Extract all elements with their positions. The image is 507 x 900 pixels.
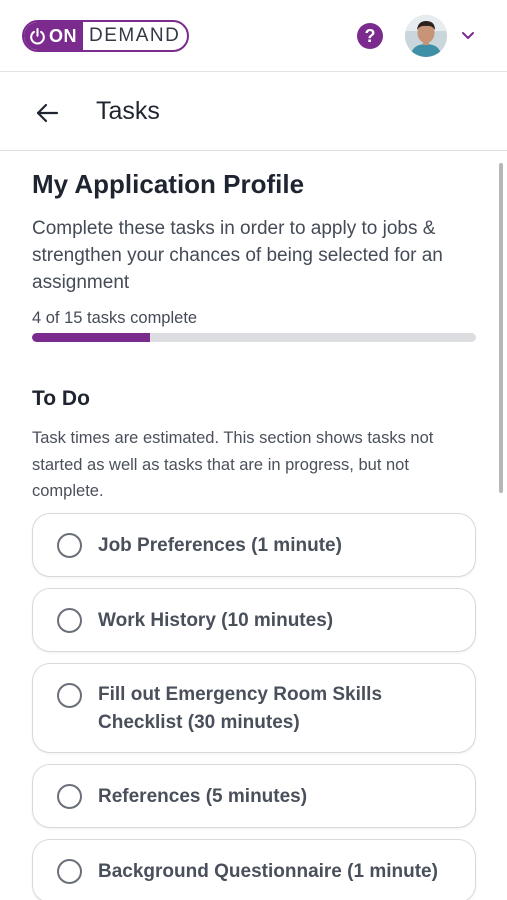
back-arrow-icon[interactable] xyxy=(34,100,60,126)
radio-unchecked-icon[interactable] xyxy=(57,608,82,633)
todo-note: Task times are estimated. This section s… xyxy=(32,429,434,500)
task-item[interactable]: References (5 minutes) xyxy=(32,764,476,828)
progress-bar xyxy=(32,333,476,342)
profile-intro: Complete these tasks in order to apply t… xyxy=(32,218,443,293)
scrollbar[interactable] xyxy=(499,163,503,493)
page-header: Tasks xyxy=(0,73,507,151)
radio-unchecked-icon[interactable] xyxy=(57,683,82,708)
task-label: Job Preferences (1 minute) xyxy=(98,535,342,556)
logo-demand-text: DEMAND xyxy=(89,25,181,46)
page-title: Tasks xyxy=(96,97,160,125)
profile-title: My Application Profile xyxy=(32,169,305,199)
radio-unchecked-icon[interactable] xyxy=(57,533,82,558)
task-label: Fill out Emergency Room Skills Checklist… xyxy=(98,684,383,733)
task-item[interactable]: Job Preferences (1 minute) xyxy=(32,513,476,577)
task-label: References (5 minutes) xyxy=(98,786,308,807)
power-icon xyxy=(30,27,45,44)
logo-on-text: ON xyxy=(49,25,77,46)
top-app-bar: ON DEMAND ? xyxy=(0,0,507,72)
todo-title: To Do xyxy=(32,387,90,410)
help-button[interactable]: ? xyxy=(357,23,383,49)
avatar-photo xyxy=(405,15,447,57)
radio-unchecked-icon[interactable] xyxy=(57,859,82,884)
help-icon: ? xyxy=(364,25,376,46)
progress-text: 4 of 15 tasks complete xyxy=(32,309,198,327)
task-item[interactable]: Fill out Emergency Room Skills Checklist… xyxy=(32,663,476,753)
user-avatar[interactable] xyxy=(405,15,447,57)
task-item[interactable]: Background Questionnaire (1 minute) xyxy=(32,839,476,900)
logo-on-block: ON xyxy=(24,22,83,50)
task-item[interactable]: Work History (10 minutes) xyxy=(32,588,476,652)
progress-bar-fill xyxy=(32,333,151,342)
chevron-down-icon[interactable] xyxy=(460,28,476,44)
radio-unchecked-icon[interactable] xyxy=(57,784,82,809)
task-label: Background Questionnaire (1 minute) xyxy=(98,861,438,882)
ondemand-logo[interactable]: ON DEMAND xyxy=(22,20,190,52)
task-label: Work History (10 minutes) xyxy=(98,610,334,631)
